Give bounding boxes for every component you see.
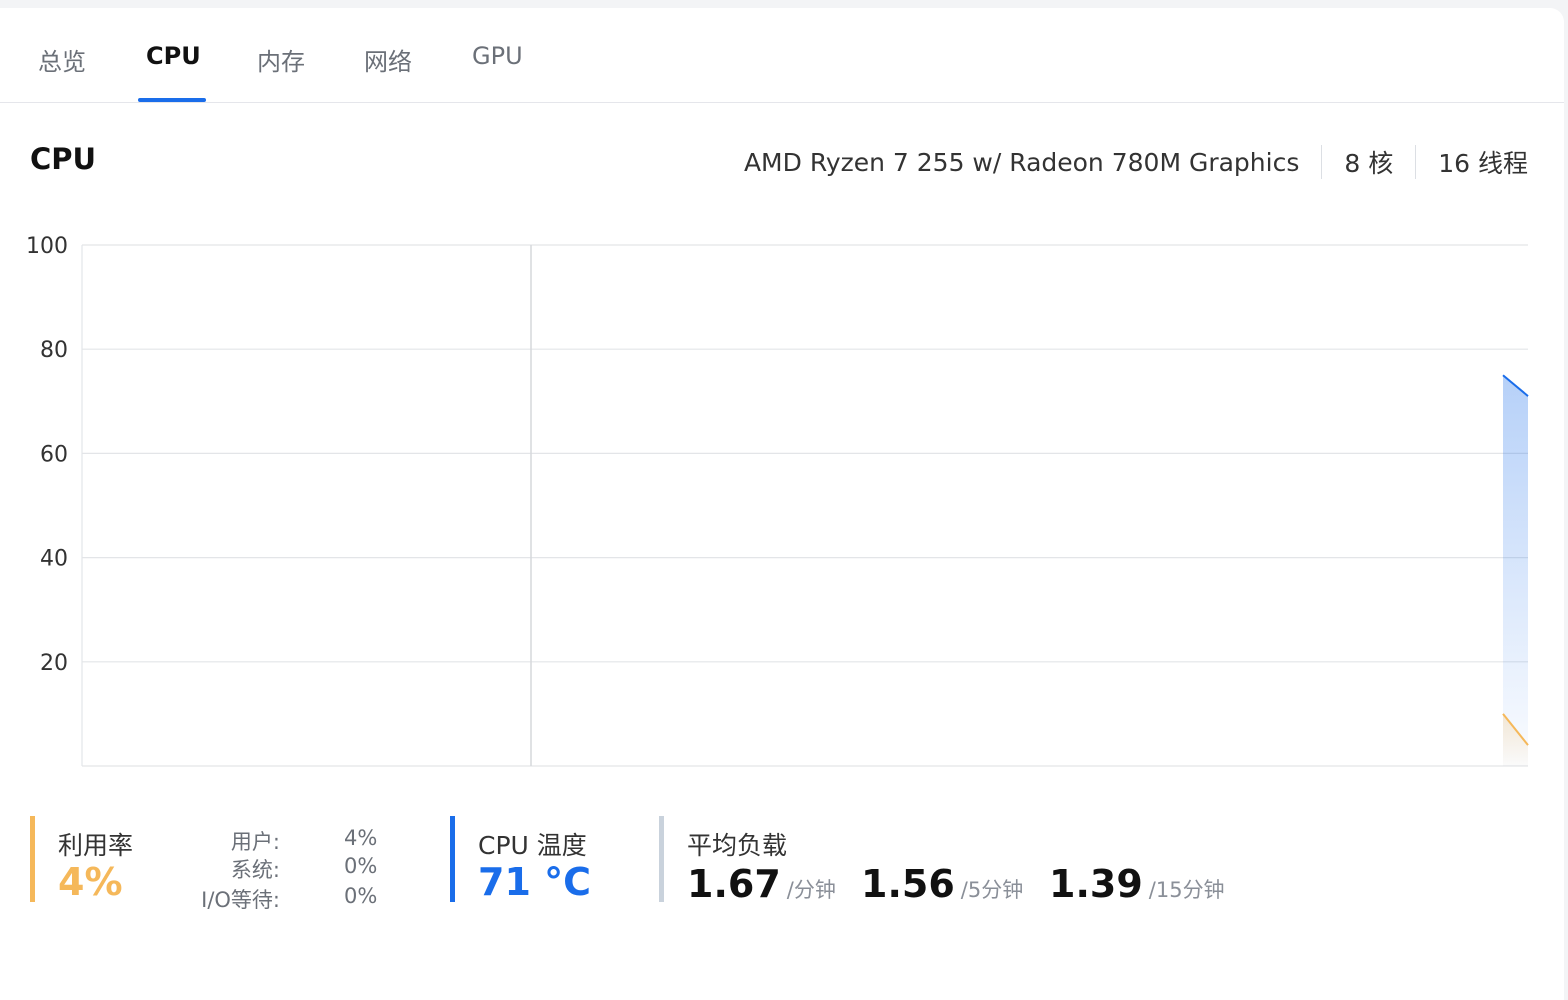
cpu-threads: 16 线程 — [1438, 149, 1528, 178]
cpu-cores: 8 核 — [1344, 149, 1394, 178]
y-tick-label: 40 — [40, 547, 68, 572]
info-divider — [1415, 145, 1417, 179]
cpu-model: AMD Ryzen 7 255 w/ Radeon 780M Graphics — [743, 147, 1300, 177]
series-area — [1503, 375, 1528, 766]
iowait-label: I/O等待: — [201, 888, 280, 912]
load-1min-unit: /分钟 — [786, 878, 836, 902]
active-tab-indicator — [138, 98, 206, 102]
y-tick-label: 100 — [26, 234, 68, 259]
load-1min: 1.67/分钟 — [687, 862, 836, 906]
cpu-info: AMD Ryzen 7 255 w/ Radeon 780M Graphics … — [744, 144, 1528, 180]
load-5min-unit: /5分钟 — [960, 878, 1024, 902]
tab-overview[interactable]: 总览 — [38, 42, 86, 77]
load-average-stat: 平均负载 1.67/分钟 1.56/5分钟 1.39/15分钟 — [659, 816, 1259, 906]
tab-gpu[interactable]: GPU — [472, 42, 523, 70]
y-tick-label: 80 — [40, 338, 68, 363]
tab-memory[interactable]: 内存 — [257, 42, 305, 77]
y-tick-label: 20 — [40, 651, 68, 676]
utilization-label: 利用率 — [58, 831, 134, 860]
info-divider — [1321, 145, 1323, 179]
load-15min-value: 1.39 — [1049, 862, 1143, 906]
load-1min-value: 1.67 — [687, 862, 781, 906]
page-title: CPU — [30, 142, 97, 176]
load-15min-unit: /15分钟 — [1148, 878, 1225, 902]
utilization-value: 4% — [58, 860, 123, 904]
load-label: 平均负载 — [687, 831, 788, 860]
temperature-label: CPU 温度 — [478, 831, 587, 860]
temperature-value: 71 °C — [478, 860, 591, 904]
iowait-value: 0% — [344, 884, 378, 908]
y-tick-label: 60 — [40, 442, 68, 467]
system-value: 0% — [344, 854, 378, 878]
temperature-bar — [450, 816, 455, 902]
tab-network[interactable]: 网络 — [364, 42, 412, 77]
cpu-panel: 总览 CPU 内存 网络 GPU CPU AMD Ryzen 7 255 w/ … — [0, 8, 1564, 1000]
cpu-usage-chart: 100 80 60 40 20 — [26, 234, 1529, 767]
tab-cpu[interactable]: CPU — [146, 42, 201, 70]
load-15min: 1.39/15分钟 — [1049, 862, 1225, 906]
user-value: 4% — [344, 826, 378, 850]
load-bar — [659, 816, 664, 902]
load-5min-value: 1.56 — [861, 862, 955, 906]
load-5min: 1.56/5分钟 — [861, 862, 1023, 906]
utilization-stat: 利用率 4% 用户: 4% 系统: 0% I/O等待: 0% — [30, 816, 390, 912]
tab-bar: 总览 CPU 内存 网络 GPU — [0, 8, 1564, 103]
utilization-bar — [30, 816, 35, 902]
user-label: 用户: — [230, 830, 280, 854]
temperature-stat: CPU 温度 71 °C — [450, 816, 630, 904]
system-label: 系统: — [230, 858, 280, 882]
